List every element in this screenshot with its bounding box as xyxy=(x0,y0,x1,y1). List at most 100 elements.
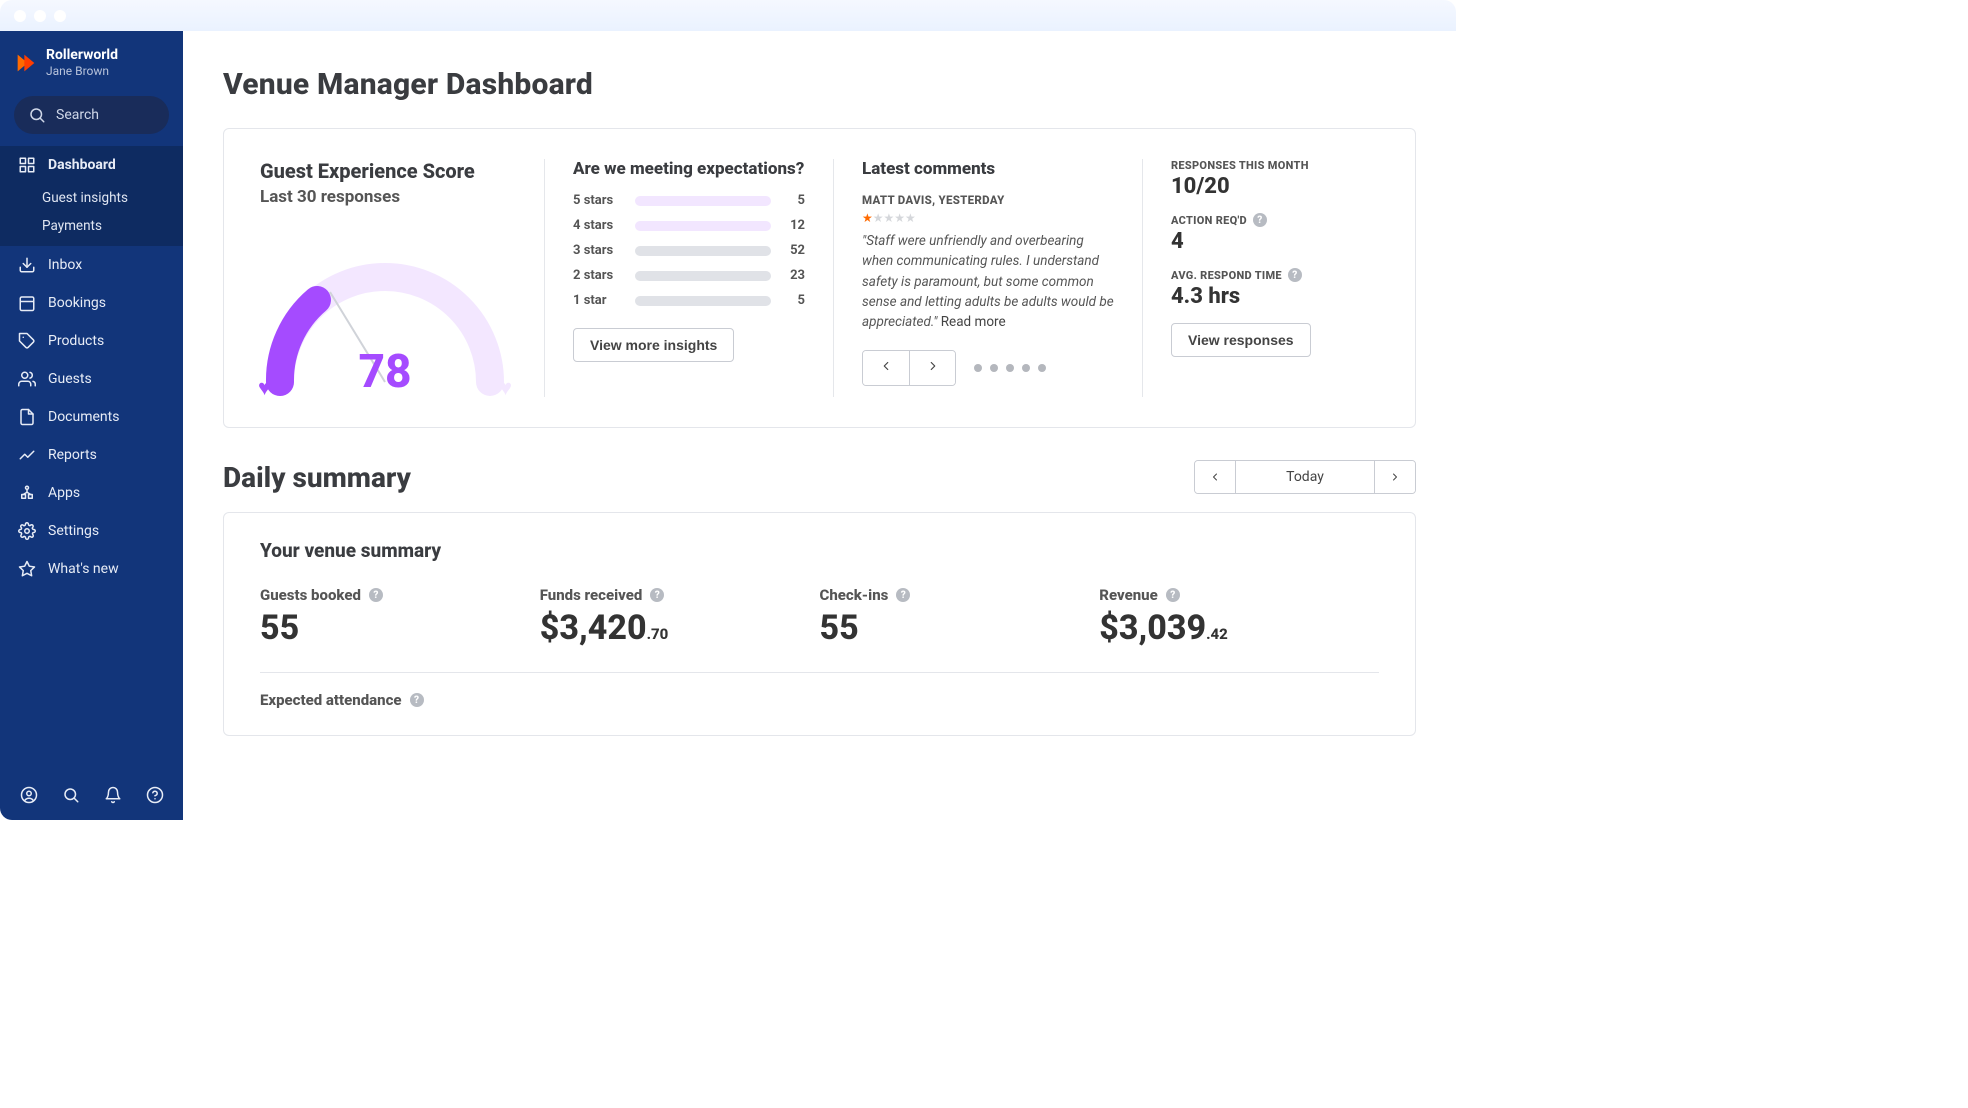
venue-summary-card: Your venue summary Guests booked? 55 Fun… xyxy=(223,512,1416,736)
ges-title: Guest Experience Score xyxy=(260,159,512,183)
stats-panel: RESPONSES THIS MONTH 10/20 ACTION REQ'D?… xyxy=(1147,159,1317,397)
search-footer-icon[interactable] xyxy=(62,786,80,804)
date-current[interactable]: Today xyxy=(1235,461,1375,493)
sidebar-item-label: Dashboard xyxy=(48,157,116,173)
rating-count: 12 xyxy=(781,218,805,233)
guests-icon xyxy=(18,370,36,388)
sidebar-item-apps[interactable]: Apps xyxy=(0,474,183,512)
expectations-panel: Are we meeting expectations? 5 stars54 s… xyxy=(549,159,829,397)
rating-bar xyxy=(635,296,771,306)
sidebar-nav: Dashboard Guest insights Payments Inbox … xyxy=(0,146,183,588)
search-icon xyxy=(28,106,46,124)
window-titlebar xyxy=(0,0,1456,31)
help-tooltip-icon[interactable]: ? xyxy=(650,588,664,602)
expectations-title: Are we meeting expectations? xyxy=(573,159,805,179)
heart-broken-icon: ♥ xyxy=(499,375,512,401)
window-zoom-icon[interactable] xyxy=(54,10,66,22)
sidebar-item-dashboard[interactable]: Dashboard xyxy=(0,146,183,184)
page-title: Venue Manager Dashboard xyxy=(223,67,1416,102)
daily-summary-header: Daily summary xyxy=(223,461,411,494)
divider xyxy=(260,672,1379,673)
reports-icon xyxy=(18,446,36,464)
sidebar-item-guests[interactable]: Guests xyxy=(0,360,183,398)
help-tooltip-icon[interactable]: ? xyxy=(1166,588,1180,602)
help-icon[interactable] xyxy=(146,786,164,804)
calendar-icon xyxy=(18,294,36,312)
star-icon xyxy=(18,560,36,578)
action-reqd-value: 4 xyxy=(1171,229,1317,254)
metric-label: Check-ins xyxy=(820,586,889,604)
brand-block: Rollerworld Jane Brown xyxy=(0,31,183,88)
sidebar-item-guest-insights[interactable]: Guest insights xyxy=(0,184,183,212)
venue-summary-title: Your venue summary xyxy=(260,539,1379,562)
sidebar-item-label: Apps xyxy=(48,485,80,501)
view-responses-button[interactable]: View responses xyxy=(1171,323,1311,357)
sidebar-item-inbox[interactable]: Inbox xyxy=(0,246,183,284)
date-picker: Today xyxy=(1194,460,1416,494)
metric-checkins: Check-ins? 55 xyxy=(820,586,1100,648)
sidebar: Rollerworld Jane Brown Search Dashboard … xyxy=(0,31,183,820)
prev-comment-button[interactable] xyxy=(863,351,909,385)
help-tooltip-icon[interactable]: ? xyxy=(1288,268,1302,282)
comment-rating: ★★★★★ xyxy=(862,211,1114,225)
sidebar-item-label: What's new xyxy=(48,561,119,577)
rating-bar xyxy=(635,246,771,256)
window-minimize-icon[interactable] xyxy=(34,10,46,22)
brand-title: Rollerworld xyxy=(46,47,118,64)
rating-bar xyxy=(635,196,771,206)
rating-bar-row: 2 stars23 xyxy=(573,268,805,283)
rating-label: 3 stars xyxy=(573,243,625,258)
tag-icon xyxy=(18,332,36,350)
rating-label: 5 stars xyxy=(573,193,625,208)
dot-icon[interactable] xyxy=(1006,364,1014,372)
comments-panel: Latest comments MATT DAVIS, YESTERDAY ★★… xyxy=(838,159,1138,397)
help-tooltip-icon[interactable]: ? xyxy=(896,588,910,602)
metric-revenue: Revenue? $3,039.42 xyxy=(1099,586,1379,648)
metric-label: Guests booked xyxy=(260,586,361,604)
responses-value: 10/20 xyxy=(1171,174,1317,199)
vertical-separator xyxy=(1142,159,1143,397)
bell-icon[interactable] xyxy=(104,786,122,804)
window-close-icon[interactable] xyxy=(14,10,26,22)
inbox-icon xyxy=(18,256,36,274)
metric-label: Revenue xyxy=(1099,586,1157,604)
dot-icon[interactable] xyxy=(1038,364,1046,372)
dot-icon[interactable] xyxy=(1022,364,1030,372)
sidebar-item-products[interactable]: Products xyxy=(0,322,183,360)
dashboard-icon xyxy=(18,156,36,174)
dot-icon[interactable] xyxy=(990,364,998,372)
metric-value: 55 xyxy=(820,608,1100,648)
search-label: Search xyxy=(56,107,99,123)
date-prev-button[interactable] xyxy=(1195,461,1235,493)
brand-subtitle: Jane Brown xyxy=(46,64,118,78)
ges-subtitle: Last 30 responses xyxy=(260,187,512,207)
dot-icon[interactable] xyxy=(974,364,982,372)
gear-icon xyxy=(18,522,36,540)
rating-label: 4 stars xyxy=(573,218,625,233)
account-icon[interactable] xyxy=(20,786,38,804)
view-insights-button[interactable]: View more insights xyxy=(573,328,734,362)
comments-title: Latest comments xyxy=(862,159,1114,179)
read-more-link[interactable]: Read more xyxy=(941,314,1006,330)
help-tooltip-icon[interactable]: ? xyxy=(1253,213,1267,227)
sidebar-item-bookings[interactable]: Bookings xyxy=(0,284,183,322)
rating-count: 23 xyxy=(781,268,805,283)
sidebar-item-label: Payments xyxy=(42,218,102,234)
metric-cents: .42 xyxy=(1206,625,1228,643)
sidebar-item-reports[interactable]: Reports xyxy=(0,436,183,474)
rating-label: 1 star xyxy=(573,293,625,308)
next-comment-button[interactable] xyxy=(909,351,955,385)
apps-icon xyxy=(18,484,36,502)
sidebar-item-whats-new[interactable]: What's new xyxy=(0,550,183,588)
sidebar-item-payments[interactable]: Payments xyxy=(0,212,183,246)
help-tooltip-icon[interactable]: ? xyxy=(410,693,424,707)
search-input[interactable]: Search xyxy=(14,96,169,134)
rating-bar-row: 1 star5 xyxy=(573,293,805,308)
help-tooltip-icon[interactable]: ? xyxy=(369,588,383,602)
pager-dots xyxy=(974,364,1046,372)
sidebar-item-settings[interactable]: Settings xyxy=(0,512,183,550)
sidebar-item-documents[interactable]: Documents xyxy=(0,398,183,436)
ges-score: 78 xyxy=(358,345,411,399)
metric-label: Funds received xyxy=(540,586,643,604)
date-next-button[interactable] xyxy=(1375,461,1415,493)
